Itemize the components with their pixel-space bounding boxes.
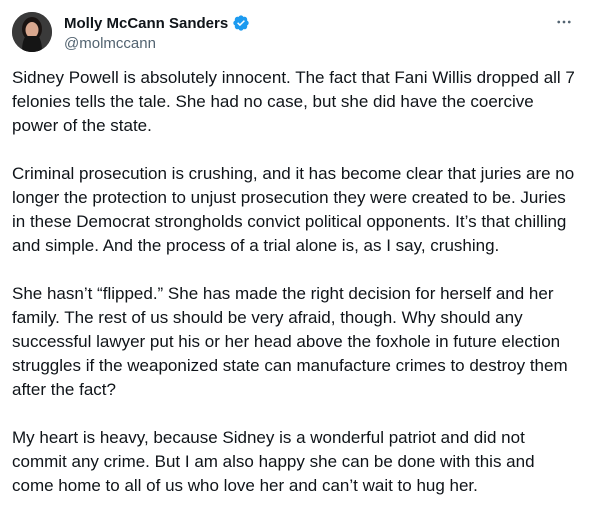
author-handle[interactable]: @molmccann — [64, 35, 250, 52]
tweet-paragraph: Criminal prosecution is crushing, and it… — [12, 164, 575, 255]
display-name-row: Molly McCann Sanders — [64, 12, 250, 34]
author-info: Molly McCann Sanders @molmccann — [64, 12, 250, 52]
tweet-paragraph: She hasn’t “flipped.” She has made the r… — [12, 284, 568, 399]
tweet-text: Sidney Powell is absolutely innocent. Th… — [12, 66, 580, 498]
more-options-icon[interactable] — [552, 12, 576, 32]
tweet-header: Molly McCann Sanders @molmccann — [12, 12, 578, 56]
tweet: Molly McCann Sanders @molmccann Sidney P… — [0, 0, 590, 531]
avatar-photo — [12, 12, 52, 52]
display-name[interactable]: Molly McCann Sanders — [64, 15, 228, 32]
tweet-paragraph: Sidney Powell is absolutely innocent. Th… — [12, 68, 575, 135]
verified-badge-icon — [232, 14, 250, 32]
tweet-paragraph: My heart is heavy, because Sidney is a w… — [12, 428, 535, 495]
avatar[interactable] — [12, 12, 52, 52]
